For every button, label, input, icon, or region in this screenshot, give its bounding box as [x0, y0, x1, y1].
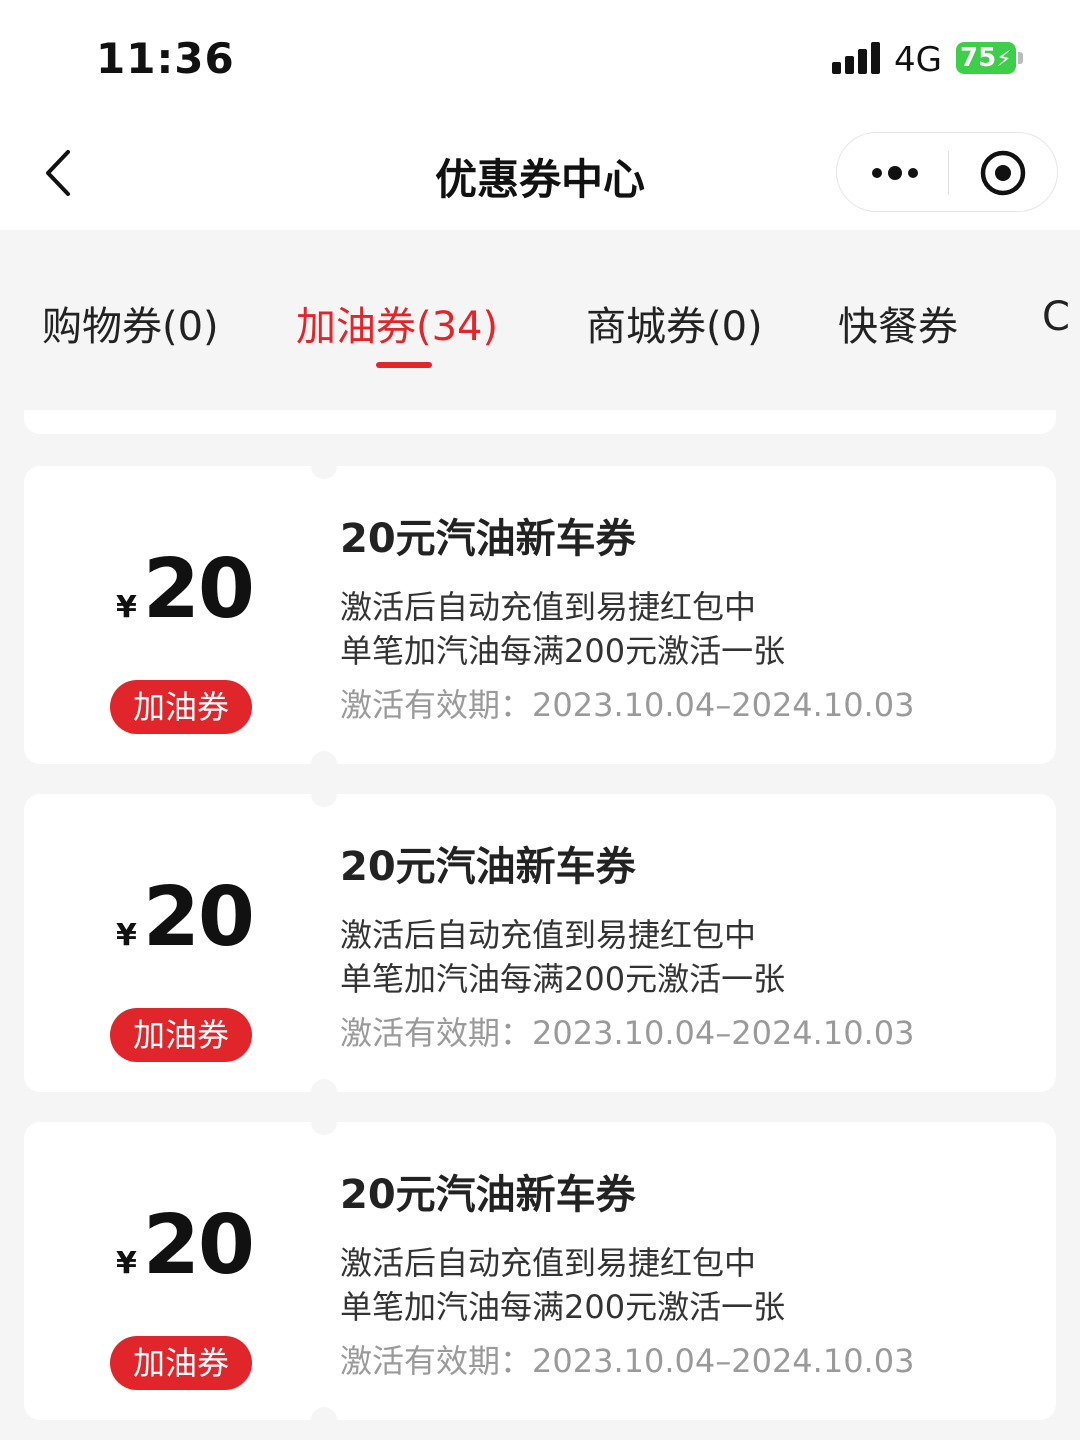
battery-indicator: 75⚡ — [956, 42, 1016, 74]
coupon-validity: 激活有效期：2023.10.04–2024.10.03 — [340, 1342, 915, 1380]
coupon-amount: ¥20 — [116, 870, 255, 965]
coupon-notch — [311, 1407, 337, 1433]
currency-symbol: ¥ — [116, 1246, 137, 1281]
status-time: 11:36 — [96, 34, 235, 83]
signal-bars-icon — [832, 42, 880, 74]
coupon-notch — [311, 1109, 337, 1135]
tab-fastfood[interactable]: 快餐券 — [838, 294, 958, 352]
coupon-notch — [311, 453, 337, 479]
currency-symbol: ¥ — [116, 918, 137, 953]
coupon-category-tabs: 购物券(0) 加油券(34) 商城券(0) 快餐券 C — [0, 230, 1080, 410]
coupon-title: 20元汽油新车券 — [340, 516, 636, 562]
target-circle-icon[interactable] — [977, 147, 1029, 199]
capsule-divider — [948, 151, 949, 195]
coupon-desc-line2: 单笔加汽油每满200元激活一张 — [340, 632, 786, 670]
tab-more[interactable]: C — [1042, 294, 1070, 340]
coupon-title: 20元汽油新车券 — [340, 1172, 636, 1218]
coupon-card[interactable]: ¥20 加油券 20元汽油新车券 激活后自动充值到易捷红包中 单笔加汽油每满20… — [24, 781, 1056, 1105]
active-tab-indicator — [376, 362, 432, 368]
mini-program-capsule — [836, 132, 1058, 212]
coupon-card[interactable]: ¥20 加油券 20元汽油新车券 激活后自动充值到易捷红包中 单笔加汽油每满20… — [24, 453, 1056, 777]
nav-header: 优惠券中心 — [0, 120, 1080, 230]
coupon-amount: ¥20 — [116, 542, 255, 637]
previous-coupon-edge — [24, 410, 1056, 434]
coupon-card[interactable]: ¥20 加油券 20元汽油新车券 激活后自动充值到易捷红包中 单笔加汽油每满20… — [24, 1109, 1056, 1433]
tab-shopping[interactable]: 购物券(0) — [42, 294, 219, 352]
coupon-title: 20元汽油新车券 — [340, 844, 636, 890]
battery-level: 75 — [960, 43, 997, 73]
coupon-type-badge: 加油券 — [110, 680, 252, 734]
network-label: 4G — [894, 40, 942, 80]
coupon-desc-line1: 激活后自动充值到易捷红包中 — [340, 1244, 757, 1282]
coupon-amount: ¥20 — [116, 1198, 255, 1293]
amount-value: 20 — [142, 870, 255, 965]
coupon-notch — [311, 751, 337, 777]
coupon-type-badge: 加油券 — [110, 1336, 252, 1390]
currency-symbol: ¥ — [116, 590, 137, 625]
coupon-validity: 激活有效期：2023.10.04–2024.10.03 — [340, 1014, 915, 1052]
tab-fuel[interactable]: 加油券(34) — [296, 294, 498, 352]
coupon-desc-line1: 激活后自动充值到易捷红包中 — [340, 588, 757, 626]
coupon-desc-line1: 激活后自动充值到易捷红包中 — [340, 916, 757, 954]
amount-value: 20 — [142, 1198, 255, 1293]
coupon-type-badge: 加油券 — [110, 1008, 252, 1062]
coupon-notch — [311, 781, 337, 807]
battery-cap — [1018, 52, 1023, 64]
coupon-notch — [311, 1079, 337, 1105]
amount-value: 20 — [142, 542, 255, 637]
tab-mall[interactable]: 商城券(0) — [586, 294, 763, 352]
coupon-desc-line2: 单笔加汽油每满200元激活一张 — [340, 1288, 786, 1326]
coupon-validity: 激活有效期：2023.10.04–2024.10.03 — [340, 686, 915, 724]
status-bar: 11:36 4G 75⚡ — [0, 0, 1080, 120]
charging-bolt-icon: ⚡ — [996, 47, 1012, 72]
coupon-desc-line2: 单笔加汽油每满200元激活一张 — [340, 960, 786, 998]
more-dots-icon[interactable] — [865, 153, 925, 193]
